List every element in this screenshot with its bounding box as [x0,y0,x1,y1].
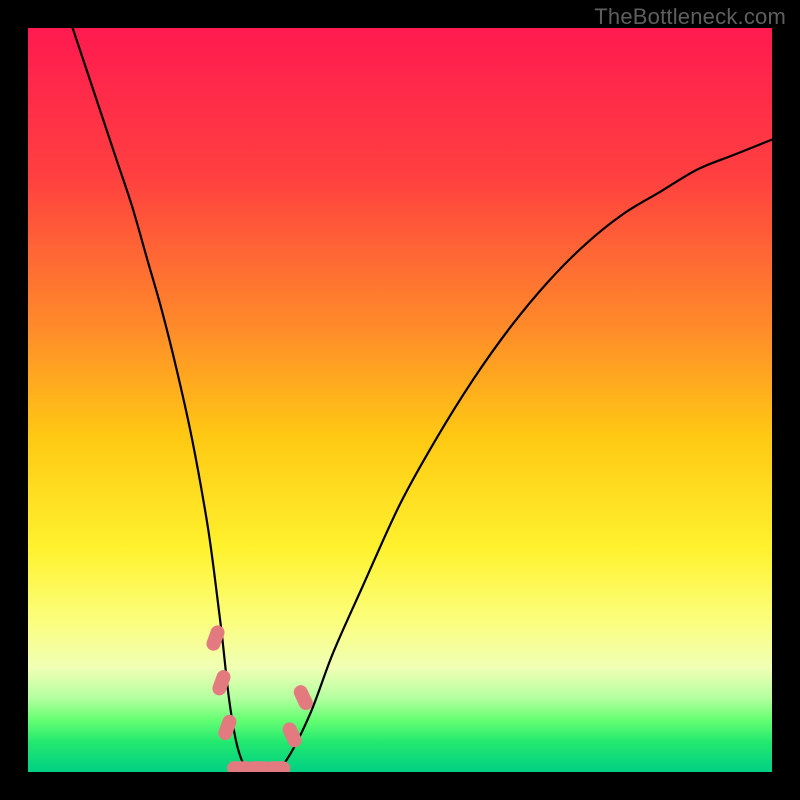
watermark-text: TheBottleneck.com [594,4,786,30]
bottleneck-chart [28,28,772,772]
chart-svg [28,28,772,772]
gradient-background [28,28,772,772]
curve-marker [264,761,290,772]
